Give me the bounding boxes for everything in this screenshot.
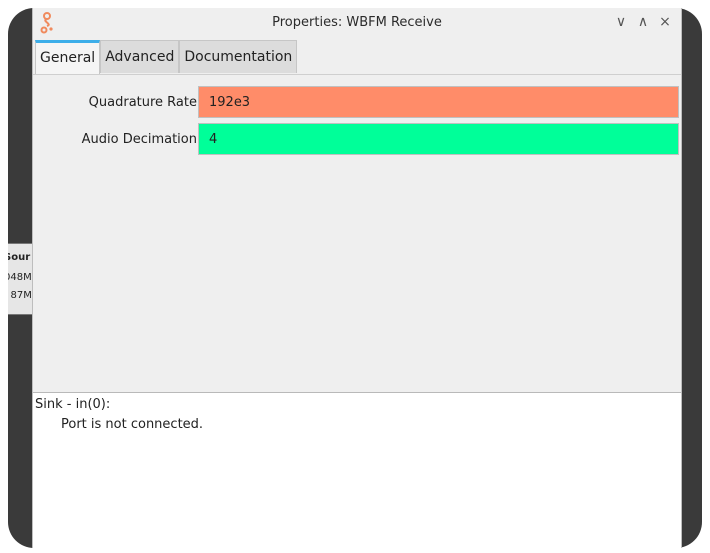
quadrature-rate-input[interactable]: 192e3: [198, 86, 679, 118]
audio-decimation-label: Audio Decimation: [81, 132, 197, 147]
background-block-line: : 87M: [8, 290, 32, 301]
window-title: Properties: WBFM Receive: [272, 15, 442, 30]
tab-general[interactable]: General: [35, 40, 101, 74]
background-block-title: Sour: [8, 252, 31, 263]
background-block-line: 048M: [8, 272, 32, 283]
close-button[interactable]: ×: [655, 12, 675, 32]
minimize-button[interactable]: ∨: [611, 12, 631, 32]
title-bar[interactable]: Properties: WBFM Receive ∨ ∧ ×: [33, 8, 681, 38]
properties-dialog: Properties: WBFM Receive ∨ ∧ × General A…: [32, 8, 682, 553]
tab-documentation[interactable]: Documentation: [179, 40, 298, 73]
maximize-button[interactable]: ∧: [633, 12, 653, 32]
tab-bar: General Advanced Documentation: [35, 40, 298, 74]
screen: Sour 048M : 87M Properties: WBFM Receive…: [0, 0, 710, 553]
port-status: Port is not connected.: [61, 417, 204, 432]
audio-decimation-input[interactable]: 4: [198, 123, 679, 155]
port-name: Sink - in(0):: [35, 397, 111, 412]
port-info-area: Sink - in(0): Port is not connected.: [33, 393, 681, 553]
quadrature-rate-label: Quadrature Rate: [88, 95, 197, 110]
tab-advanced[interactable]: Advanced: [100, 40, 180, 73]
background-source-block[interactable]: Sour 048M : 87M: [8, 243, 33, 315]
general-panel: Quadrature Rate 192e3 Audio Decimation 4: [33, 74, 681, 393]
